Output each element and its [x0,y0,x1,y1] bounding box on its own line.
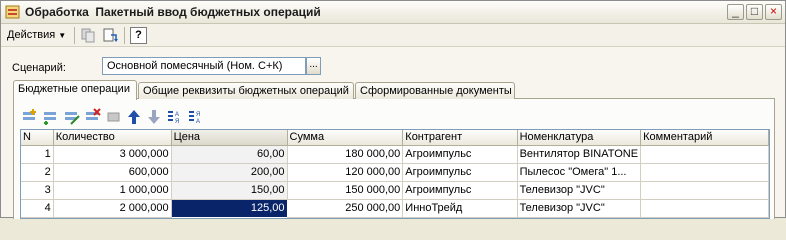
contractor-cell[interactable]: Агроимпульс [402,145,518,164]
table-row-empty [21,217,769,218]
quantity-cell[interactable]: 600,000 [53,163,172,182]
quantity-cell[interactable]: 2 000,000 [53,199,172,218]
quantity-cell[interactable]: 1 000,000 [53,181,172,200]
nomenclature-cell[interactable]: Телевизор "JVC" [517,181,642,200]
column-header-comment[interactable]: Комментарий [640,130,769,146]
tab-generated-documents[interactable]: Сформированные документы [355,82,515,99]
sort-ascending-icon[interactable]: A Я [166,108,184,126]
comment-cell[interactable] [640,181,769,200]
comment-cell[interactable] [640,145,769,164]
comment-cell[interactable] [640,163,769,182]
copy-row-icon[interactable] [42,108,60,126]
move-up-icon[interactable] [125,108,143,126]
column-header-nomenclature[interactable]: Номенклатура [517,130,642,146]
contractor-cell[interactable]: Агроимпульс [402,181,518,200]
svg-text:Я: Я [196,112,200,118]
tab-common-attributes[interactable]: Общие реквизиты бюджетных операций [138,82,354,99]
svg-text:Я: Я [175,119,179,125]
add-row-icon[interactable] [21,108,39,126]
main-toolbar: Действия ▼ ? [1,24,785,47]
close-button[interactable]: × [765,4,782,20]
price-cell-selected[interactable]: 125,00 [170,198,288,218]
svg-text:A: A [196,119,200,125]
toolbar-divider [74,27,75,44]
contractor-cell[interactable]: Агроимпульс [402,163,518,182]
actions-menu[interactable]: Действия ▼ [7,27,66,44]
column-header-n[interactable]: N [21,130,54,146]
table-row[interactable]: 4 2 000,000 125,00 250 000,00 ИнноТрейд … [21,198,769,218]
column-header-sum[interactable]: Сумма [287,130,404,146]
sort-descending-icon[interactable]: Я A [187,108,205,126]
delete-row-icon[interactable] [84,108,102,126]
help-button[interactable]: ? [130,27,147,44]
refresh-document-icon[interactable] [101,27,119,44]
row-number: 1 [21,145,54,164]
contractor-cell[interactable]: ИнноТрейд [402,199,518,218]
form-icon [5,5,20,19]
operations-table[interactable]: N Количество Цена Сумма Контрагент Номен… [20,129,770,219]
table-row[interactable]: 3 1 000,000 150,00 150 000,00 Агроимпуль… [21,181,769,200]
row-number: 4 [21,199,54,218]
quantity-cell[interactable]: 3 000,000 [53,145,172,164]
maximize-button[interactable]: □ [746,4,763,20]
toolbar-divider [124,27,125,44]
column-header-price[interactable]: Цена [171,130,288,146]
svg-text:A: A [175,112,179,118]
edit-row-icon[interactable] [63,108,81,126]
window-title: Обработка Пакетный ввод бюджетных операц… [25,5,321,19]
minimize-button[interactable]: _ [727,4,744,20]
scenario-select-button[interactable]: ... [306,57,321,75]
processing-window: Обработка Пакетный ввод бюджетных операц… [0,0,786,219]
move-down-icon[interactable] [145,108,163,126]
sum-cell[interactable]: 250 000,00 [287,199,404,218]
table-row[interactable]: 1 3 000,000 60,00 180 000,00 Агроимпульс… [21,145,769,164]
price-cell[interactable]: 150,00 [171,181,288,200]
nomenclature-cell[interactable]: Пылесос "Омега" 1... [517,163,642,182]
row-number: 3 [21,181,54,200]
scenario-field[interactable]: Основной помесячный (Ном. С+К) [102,57,306,75]
nomenclature-cell[interactable]: Телевизор "JVC" [517,199,642,218]
nomenclature-cell[interactable]: Вентилятор BINATONE [517,145,642,164]
price-cell[interactable]: 60,00 [171,145,288,164]
copy-icon[interactable] [79,27,97,44]
price-cell[interactable]: 200,00 [171,163,288,182]
dropdown-arrow-icon: ▼ [58,31,67,40]
tab-budget-operations[interactable]: Бюджетные операции [13,80,137,100]
scenario-label: Сценарий: [12,62,66,74]
sum-cell[interactable]: 150 000,00 [287,181,404,200]
row-number: 2 [21,163,54,182]
table-header-row: N Количество Цена Сумма Контрагент Номен… [21,130,769,146]
column-header-contractor[interactable]: Контрагент [402,130,518,146]
end-edit-icon[interactable] [105,108,123,126]
table-row[interactable]: 2 600,000 200,00 120 000,00 Агроимпульс … [21,163,769,182]
actions-label: Действия [7,29,56,41]
sum-cell[interactable]: 180 000,00 [287,145,404,164]
column-header-quantity[interactable]: Количество [53,130,172,146]
comment-cell[interactable] [640,199,769,218]
title-bar: Обработка Пакетный ввод бюджетных операц… [1,1,785,24]
sum-cell[interactable]: 120 000,00 [287,163,404,182]
